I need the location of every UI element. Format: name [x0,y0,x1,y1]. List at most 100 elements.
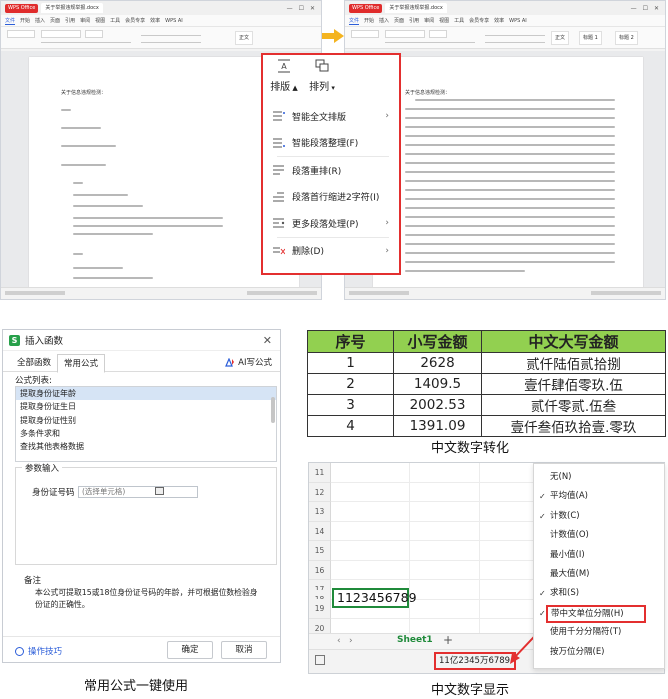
cell-index[interactable]: 1 [307,352,394,374]
format-buttons[interactable] [385,42,475,43]
ai-formula-button[interactable]: AI写公式 [225,356,272,368]
style-normal[interactable]: 正文 [551,31,570,45]
list-item[interactable]: 提取身份证性别 [16,414,276,427]
font-size-select[interactable] [85,30,103,38]
row-header[interactable]: 12 [309,482,331,502]
row-header[interactable]: 11 [309,463,331,483]
status-icon[interactable] [315,655,325,665]
font-family-select[interactable] [385,30,425,38]
maximize-icon[interactable]: ☐ [643,5,648,12]
style-normal[interactable]: 正文 [235,31,254,45]
menu-page[interactable]: 页面 [394,17,404,24]
menu-wps-ai[interactable]: WPS AI [509,18,527,24]
close-icon[interactable]: ✕ [654,5,659,12]
document-page[interactable]: 关于信息违规检测： [29,57,299,297]
format-buttons[interactable] [41,42,131,43]
document-page-after[interactable]: 关于信息违规检测： [373,57,643,297]
font-size-select[interactable] [429,30,447,38]
selected-cell[interactable]: 1123456789 [332,588,417,608]
arrange-tool-button[interactable]: 排列 ▾ [305,59,339,93]
cancel-button[interactable]: 取消 [221,641,267,659]
cell-amount[interactable]: 1409.5 [393,373,482,395]
menu-item-paragraph-reflow[interactable]: 段落重排(R) [273,157,393,184]
menu-home[interactable]: 开始 [20,17,30,24]
document-tab-after[interactable]: 关于举报违规举报.docx [385,3,447,13]
cell-amount[interactable]: 1391.09 [393,415,482,437]
style-heading-1[interactable]: 标题 1 [579,31,602,45]
tab-all-functions[interactable]: 全部函数 [11,354,57,372]
ctx-item-sum[interactable]: ✓ 求和(S) [534,584,664,603]
list-item[interactable]: 提取身份证生日 [16,400,276,413]
menu-item-smart-paragraph[interactable]: 智能段落整理(F) [273,130,393,157]
menu-member[interactable]: 会员专享 [125,17,145,24]
minimize-icon[interactable]: — [631,5,637,12]
list-item[interactable]: 多条件求和 [16,427,276,440]
cell-index[interactable]: 3 [307,394,394,416]
ok-button[interactable]: 确定 [167,641,213,659]
tab-common-formulas[interactable]: 常用公式 [57,354,106,373]
menu-insert[interactable]: 插入 [35,17,45,24]
menu-efficiency[interactable]: 效率 [494,17,504,24]
ctx-item-max[interactable]: 最大值(M) [534,565,664,584]
menu-tools[interactable]: 工具 [454,17,464,24]
ctx-item-average[interactable]: ✓ 平均值(A) [534,487,664,506]
cell-chinese[interactable]: 壹仟叁佰玖拾壹.零玖 [481,415,666,437]
menu-tools[interactable]: 工具 [110,17,120,24]
row-header[interactable]: 16 [309,560,331,580]
document-tab[interactable]: 关于举报违规举报.docx [41,3,103,13]
menu-item-more-paragraph[interactable]: 更多段落处理(P) › [273,210,393,237]
menu-review[interactable]: 审阅 [80,17,90,24]
alignment-buttons[interactable] [141,42,201,43]
maximize-icon[interactable]: ☐ [299,5,304,12]
ctx-item-min[interactable]: 最小值(I) [534,546,664,565]
scroll-right-icon[interactable]: › [349,636,353,646]
menu-file[interactable]: 文件 [349,17,360,25]
menu-home[interactable]: 开始 [364,17,374,24]
paragraph-buttons[interactable] [141,35,201,36]
menu-view[interactable]: 视图 [439,17,449,24]
id-number-input[interactable]: (选择单元格) [78,486,198,498]
ctx-item-none[interactable]: 无(N) [534,468,664,487]
menu-reference[interactable]: 引用 [65,17,75,24]
menu-item-delete[interactable]: 删除(D) › [273,238,393,265]
list-item[interactable]: 查找其他表格数据 [16,440,276,453]
paste-control[interactable] [7,30,35,38]
row-header[interactable]: 19 [309,599,331,619]
cell-chinese[interactable]: 贰仟零贰.伍叁 [481,394,666,416]
ctx-item-chinese-unit[interactable]: ✓ 带中文单位分隔(H) [534,604,664,623]
cell-picker-icon[interactable] [155,487,164,495]
ctx-item-thousands[interactable]: 使用千分分隔符(T) [534,623,664,642]
ctx-item-count[interactable]: ✓ 计数(C) [534,507,664,526]
paste-control[interactable] [351,30,379,38]
cell-amount[interactable]: 2002.53 [393,394,482,416]
cell-index[interactable]: 4 [307,415,394,437]
menu-member[interactable]: 会员专享 [469,17,489,24]
row-header[interactable]: 13 [309,502,331,522]
menu-file[interactable]: 文件 [5,17,16,25]
scroll-left-icon[interactable]: ‹ [337,636,341,646]
layout-tool-button[interactable]: A 排版 ▲ [269,59,299,93]
menu-page[interactable]: 页面 [50,17,60,24]
add-sheet-icon[interactable]: + [443,633,453,647]
menu-wps-ai[interactable]: WPS AI [165,18,183,24]
menu-insert[interactable]: 插入 [379,17,389,24]
font-family-select[interactable] [41,30,81,38]
list-scrollbar[interactable] [271,397,275,423]
row-header[interactable]: 15 [309,541,331,561]
status-value[interactable]: 11亿2345万6789 [434,652,516,670]
cell-chinese[interactable]: 壹仟肆佰零玖.伍 [481,373,666,395]
alignment-buttons[interactable] [485,42,545,43]
ctx-item-ten-thousands[interactable]: 按万位分隔(E) [534,643,664,662]
cell-chinese[interactable]: 贰仟陆佰贰拾捌 [481,352,666,374]
row-header[interactable]: 14 [309,521,331,541]
wps-logo-after[interactable]: WPS Office [349,3,383,13]
sheet-tab[interactable]: Sheet1 [397,635,433,645]
cell-index[interactable]: 2 [307,373,394,395]
menu-efficiency[interactable]: 效率 [150,17,160,24]
wps-logo[interactable]: WPS Office [5,3,39,13]
list-item[interactable]: 提取身份证年龄 [16,387,276,401]
formula-list[interactable]: 提取身份证年龄 提取身份证生日 提取身份证性别 多条件求和 查找其他表格数据 [15,386,277,462]
menu-view[interactable]: 视图 [95,17,105,24]
menu-reference[interactable]: 引用 [409,17,419,24]
menu-item-first-line-indent[interactable]: 段落首行缩进2字符(I) [273,184,393,211]
